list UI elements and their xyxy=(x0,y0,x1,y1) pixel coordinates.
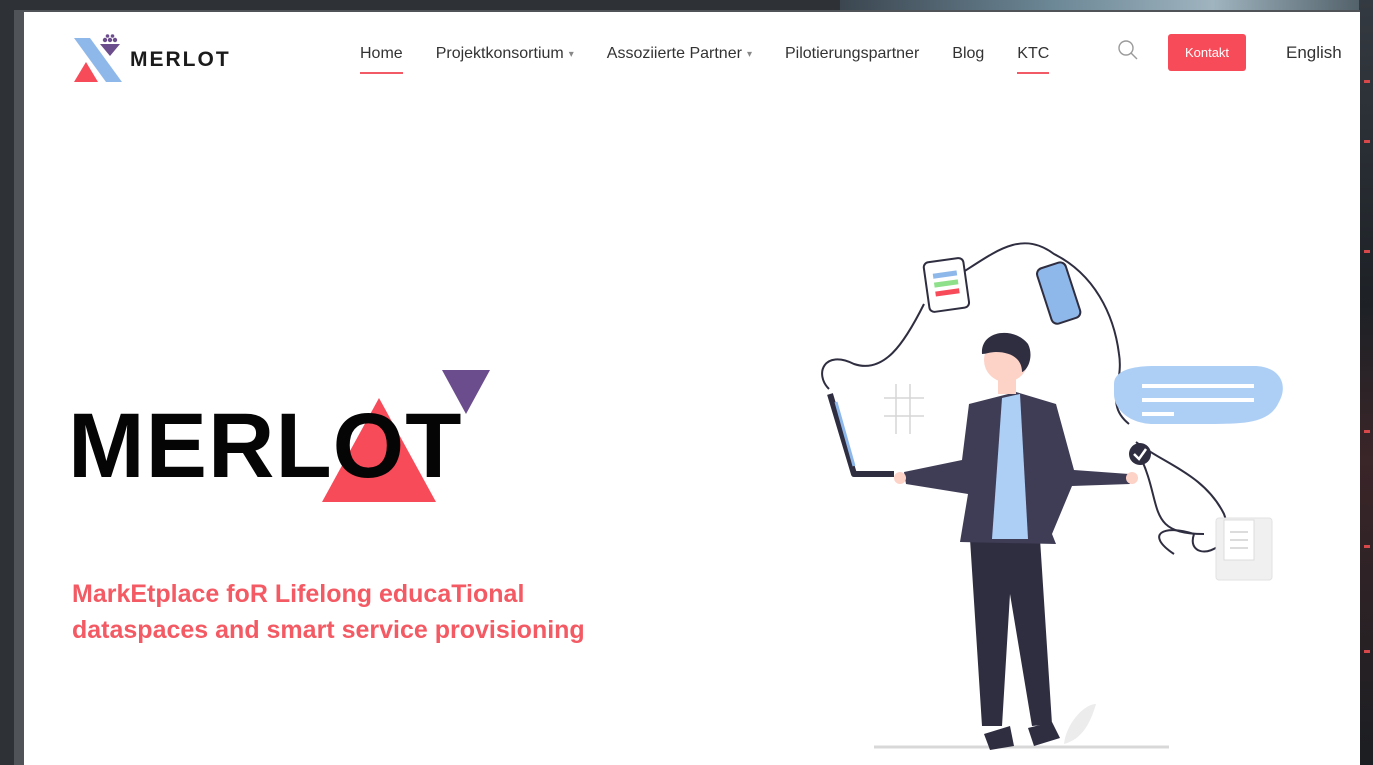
merlot-logo-icon xyxy=(74,34,122,82)
hero-logo: MERLOT xyxy=(64,362,544,512)
nav-projektkonsortium[interactable]: Projektkonsortium ▾ xyxy=(436,45,574,63)
nav-assoziierte-partner-label: Assoziierte Partner xyxy=(606,45,742,62)
nav-blog-label: Blog xyxy=(952,45,985,62)
search-icon xyxy=(1118,40,1138,60)
nav-ktc[interactable]: KTC xyxy=(1017,45,1050,74)
chevron-down-icon: ▾ xyxy=(746,48,752,60)
nav-ktc-label: KTC xyxy=(1017,45,1050,62)
language-switch[interactable]: English xyxy=(1286,43,1342,63)
nav-pilotierungspartner-label: Pilotierungspartner xyxy=(784,45,920,62)
nav-home-label: Home xyxy=(360,45,403,62)
desktop-backdrop-right xyxy=(1359,0,1373,765)
nav-assoziierte-partner[interactable]: Assoziierte Partner ▾ xyxy=(607,45,752,63)
hero-illustration xyxy=(784,234,1284,759)
person-with-devices-illustration xyxy=(821,242,1283,750)
browser-page: MERLOT Home Projektkonsortium ▾ Assoziie… xyxy=(14,10,1360,765)
site-header: MERLOT Home Projektkonsortium ▾ Assoziie… xyxy=(24,12,1360,102)
search-button[interactable] xyxy=(1116,38,1140,62)
hero-tagline-line2: dataspaces and smart service provisionin… xyxy=(72,616,585,644)
hero-tagline-line1: MarkEtplace foR Lifelong educaTional xyxy=(72,580,525,608)
contact-button[interactable]: Kontakt xyxy=(1168,34,1246,71)
chevron-down-icon: ▾ xyxy=(568,48,574,60)
nav-pilotierungspartner[interactable]: Pilotierungspartner xyxy=(785,45,919,63)
nav-blog[interactable]: Blog xyxy=(952,45,984,63)
nav-projektkonsortium-label: Projektkonsortium xyxy=(435,45,564,62)
nav-home[interactable]: Home xyxy=(360,45,403,74)
hero-title: MERLOT xyxy=(68,395,463,497)
hero-tagline: MarkEtplace foR Lifelong educaTional dat… xyxy=(72,576,712,648)
main-nav: Home Projektkonsortium ▾ Assoziierte Par… xyxy=(360,42,1082,74)
brand-name: MERLOT xyxy=(130,48,231,71)
brand-logo-link[interactable]: MERLOT xyxy=(72,34,272,84)
